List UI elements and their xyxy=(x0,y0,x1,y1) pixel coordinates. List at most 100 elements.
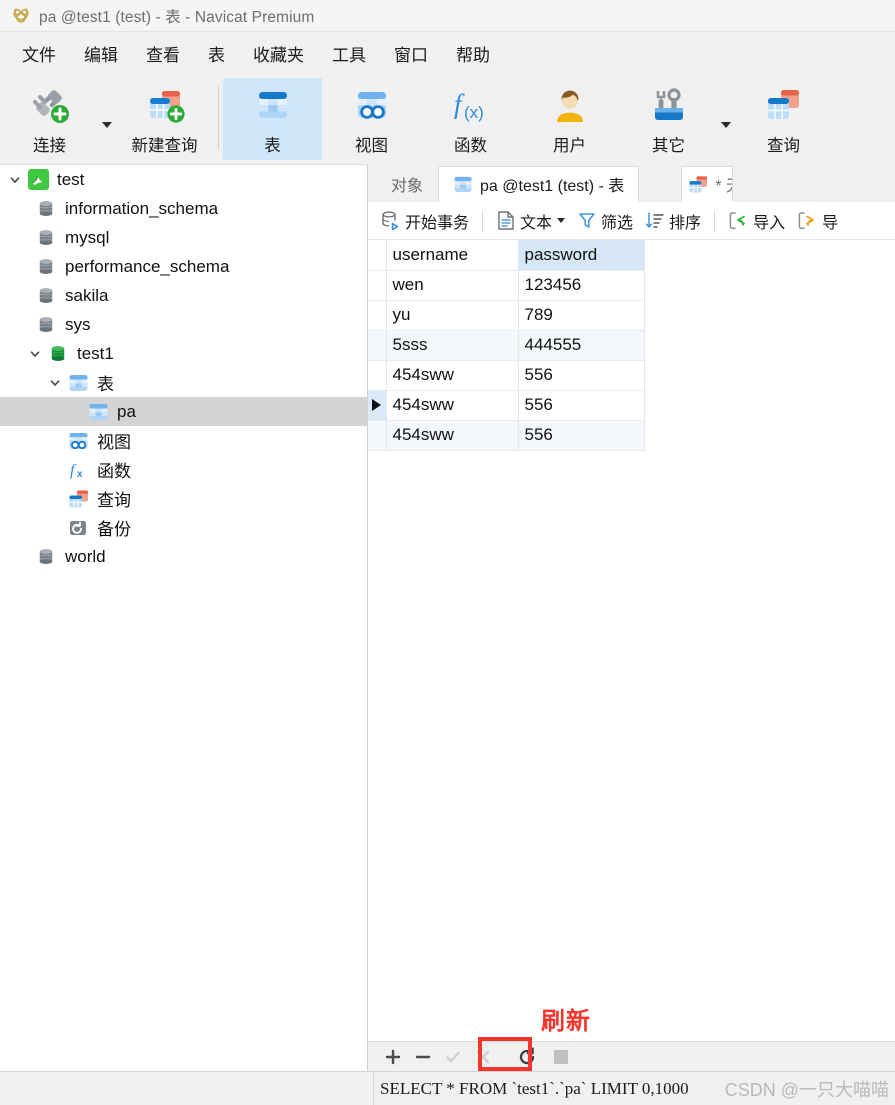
connection-dropdown-caret[interactable] xyxy=(99,78,115,160)
menu-view[interactable]: 查看 xyxy=(132,38,194,69)
row-marker[interactable] xyxy=(368,420,387,451)
chevron-down-icon[interactable] xyxy=(24,348,46,360)
toolbar-label-function: 函数 xyxy=(454,137,487,155)
object-tree-sidebar[interactable]: test information_schema mysql performanc… xyxy=(0,164,368,1071)
tree-node-performance-schema[interactable]: performance_schema xyxy=(0,252,367,281)
export-button[interactable]: 导 xyxy=(791,206,844,236)
menu-file[interactable]: 文件 xyxy=(8,38,70,69)
menu-table[interactable]: 表 xyxy=(194,38,239,69)
chevron-down-icon[interactable] xyxy=(44,377,66,389)
toolbar-button-new-query[interactable]: 新建查询 xyxy=(115,78,214,160)
text-view-button[interactable]: 文本 xyxy=(490,206,571,236)
tree-node-sys[interactable]: sys xyxy=(0,310,367,339)
cell-username[interactable]: 454sww xyxy=(386,420,519,451)
table-row[interactable]: wen 123456 xyxy=(368,270,645,301)
chevron-down-icon[interactable] xyxy=(4,174,26,186)
column-header-username[interactable]: username xyxy=(386,240,519,271)
toolbar-button-query[interactable]: 查询 xyxy=(734,78,833,160)
row-marker-current[interactable] xyxy=(368,390,387,421)
tree-node-world[interactable]: world xyxy=(0,542,367,571)
chevron-down-icon[interactable] xyxy=(557,218,566,223)
cell-username[interactable]: 5sss xyxy=(386,330,519,361)
menu-window[interactable]: 窗口 xyxy=(380,38,442,69)
cell-password[interactable]: 556 xyxy=(518,390,645,421)
query-icon xyxy=(688,175,708,194)
tree-node-sakila[interactable]: sakila xyxy=(0,281,367,310)
tab-untitled-query[interactable]: * 无 xyxy=(681,166,734,202)
toolbar-button-connection[interactable]: 连接 xyxy=(0,78,99,160)
records-table: username password wen 123456 yu 789 5sss… xyxy=(368,240,645,451)
database-green-icon xyxy=(46,343,70,365)
table-body: wen 123456 yu 789 5sss 444555 454sww 556… xyxy=(368,270,645,451)
cell-password[interactable]: 789 xyxy=(518,300,645,331)
table-row[interactable]: 454sww 556 xyxy=(368,360,645,391)
add-record-button[interactable] xyxy=(378,1044,408,1070)
new-query-icon xyxy=(142,84,188,130)
menu-help[interactable]: 帮助 xyxy=(442,38,504,69)
cell-username[interactable]: yu xyxy=(386,300,519,331)
cell-password[interactable]: 444555 xyxy=(518,330,645,361)
toolbar-button-function[interactable]: f (x) 函数 xyxy=(421,78,520,160)
cell-password[interactable]: 556 xyxy=(518,420,645,451)
tree-node-views-folder[interactable]: 视图 xyxy=(0,426,367,455)
tree-node-tables-folder[interactable]: 表 xyxy=(0,368,367,397)
tree-node-mysql[interactable]: mysql xyxy=(0,223,367,252)
data-grid[interactable]: username password wen 123456 yu 789 5sss… xyxy=(368,240,895,1041)
table-row[interactable]: 5sss 444555 xyxy=(368,330,645,361)
begin-transaction-label: 开始事务 xyxy=(405,214,470,232)
toolbar-label-query: 查询 xyxy=(767,137,800,155)
query-icon xyxy=(761,84,807,130)
sort-label: 排序 xyxy=(669,214,702,232)
menu-favorites[interactable]: 收藏夹 xyxy=(239,38,318,69)
toolbar-button-user[interactable]: 用户 xyxy=(520,78,619,160)
tree-label-sakila: sakila xyxy=(65,285,109,305)
tree-label-functions-folder: 函数 xyxy=(97,462,131,481)
tab-table-pa[interactable]: pa @test1 (test) - 表 xyxy=(438,166,640,202)
column-header-password[interactable]: password xyxy=(518,240,645,271)
tree-node-test[interactable]: test xyxy=(0,165,367,194)
table-header: username password xyxy=(368,240,645,271)
delete-record-button[interactable] xyxy=(408,1044,438,1070)
table-row[interactable]: 454sww 556 xyxy=(368,420,645,451)
database-gray-icon xyxy=(34,314,58,336)
row-marker[interactable] xyxy=(368,270,387,301)
toolbar-label-other: 其它 xyxy=(652,137,685,155)
cell-password[interactable]: 123456 xyxy=(518,270,645,301)
cell-username[interactable]: wen xyxy=(386,270,519,301)
tree-label-views-folder: 视图 xyxy=(97,433,131,452)
cell-username[interactable]: 454sww xyxy=(386,360,519,391)
toolbar-button-view[interactable]: 视图 xyxy=(322,78,421,160)
filter-button[interactable]: 筛选 xyxy=(571,206,639,236)
tree-node-test1[interactable]: test1 xyxy=(0,339,367,368)
tree-node-pa[interactable]: pa xyxy=(0,397,367,426)
tab-objects[interactable]: 对象 xyxy=(376,166,439,202)
import-button[interactable]: 导入 xyxy=(722,206,791,236)
cell-password[interactable]: 556 xyxy=(518,360,645,391)
row-marker[interactable] xyxy=(368,360,387,391)
begin-transaction-button[interactable]: 开始事务 xyxy=(374,206,475,236)
tree-node-backups-folder[interactable]: 备份 xyxy=(0,513,367,542)
sort-icon xyxy=(645,210,665,231)
table-row[interactable]: yu 789 xyxy=(368,300,645,331)
toolbar-button-other[interactable]: 其它 xyxy=(619,78,718,160)
cell-username[interactable]: 454sww xyxy=(386,390,519,421)
filter-icon xyxy=(577,210,597,231)
row-marker[interactable] xyxy=(368,330,387,361)
toolbar-button-table[interactable]: 表 xyxy=(223,78,322,160)
apply-change-button[interactable] xyxy=(438,1044,468,1070)
status-bar: SELECT * FROM `test1`.`pa` LIMIT 0,1000 … xyxy=(0,1071,895,1105)
row-marker[interactable] xyxy=(368,300,387,331)
tab-strip: 对象 pa @test1 (test) - 表 * xyxy=(368,164,895,202)
sort-button[interactable]: 排序 xyxy=(639,206,707,236)
tree-node-queries-folder[interactable]: 查询 xyxy=(0,484,367,513)
function-fx-icon: f x xyxy=(66,459,90,481)
tree-node-functions-folder[interactable]: f x 函数 xyxy=(0,455,367,484)
table-row-current[interactable]: 454sww 556 xyxy=(368,390,645,421)
tree-node-information-schema[interactable]: information_schema xyxy=(0,194,367,223)
menu-tools[interactable]: 工具 xyxy=(318,38,380,69)
menu-edit[interactable]: 编辑 xyxy=(70,38,132,69)
tab-label-untitled-query: * 无 xyxy=(715,178,732,195)
other-dropdown-caret[interactable] xyxy=(718,78,734,160)
refresh-button[interactable] xyxy=(512,1044,542,1070)
cancel-change-button[interactable] xyxy=(468,1044,498,1070)
